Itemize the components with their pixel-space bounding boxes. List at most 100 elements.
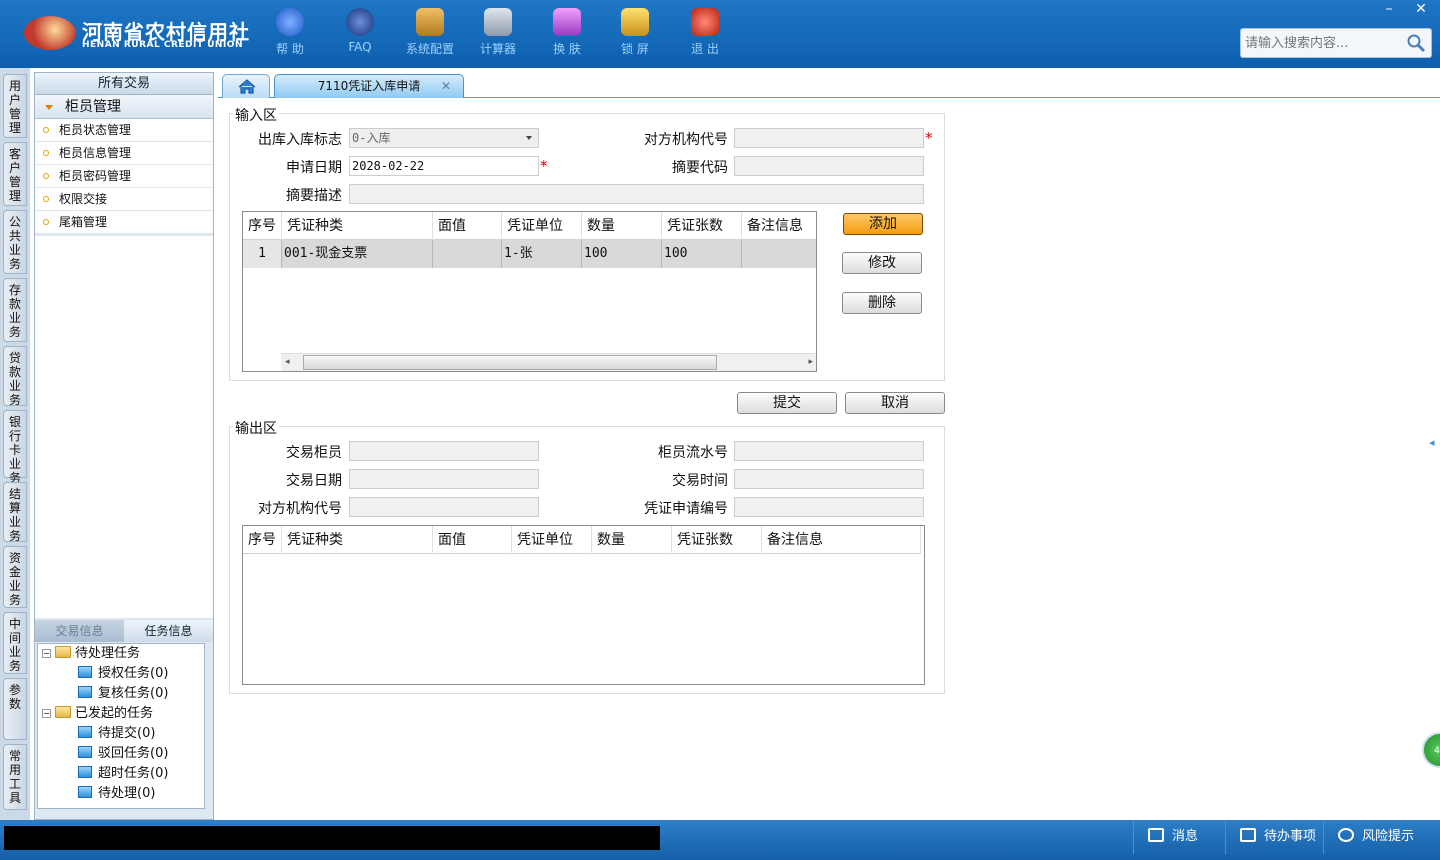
collapse-icon[interactable]: −: [42, 649, 51, 658]
collapse-icon[interactable]: −: [42, 709, 51, 718]
vtab-funds[interactable]: 资金业务: [3, 546, 27, 608]
tab-voucher-apply[interactable]: 7110凭证入库申请 ✕: [274, 74, 464, 98]
tree-node-to-process[interactable]: 待处理(0): [78, 784, 155, 804]
lock-screen-button[interactable]: 锁 屏: [605, 8, 665, 60]
summary-code-label: 摘要代码: [672, 160, 728, 176]
apply-no-label: 凭证申请编号: [644, 501, 728, 517]
cancel-button[interactable]: 取消: [845, 392, 945, 414]
menu-item-permission-handover[interactable]: 权限交接: [35, 188, 213, 211]
org-code-input[interactable]: [734, 128, 924, 148]
row-cell: 100: [662, 240, 742, 268]
tree-node-rejected[interactable]: 驳回任务(0): [78, 744, 168, 764]
task-icon: [78, 786, 92, 798]
teller-mgmt-group[interactable]: 柜员管理: [35, 95, 213, 119]
tab-close-icon[interactable]: ✕: [441, 75, 451, 97]
menu-item-teller-info[interactable]: 柜员信息管理: [35, 142, 213, 165]
apply-date-input[interactable]: 2028-02-22: [349, 156, 539, 176]
risk-alert-button[interactable]: 风险提示: [1323, 820, 1440, 854]
serial-label: 柜员流水号: [658, 445, 728, 461]
delete-button[interactable]: 删除: [842, 292, 922, 314]
app-window: 河南省农村信用社 HENAN RURAL CREDIT UNION 帮 助 FA…: [0, 0, 1440, 860]
home-icon: [238, 79, 256, 94]
faq-button[interactable]: FAQ: [330, 8, 390, 60]
vtab-intermediary[interactable]: 中间业务: [3, 612, 27, 674]
column-header: 数量: [592, 526, 672, 554]
vtab-settlement[interactable]: 结算业务: [3, 482, 27, 543]
tree-node-timeout[interactable]: 超时任务(0): [78, 764, 168, 784]
close-window-button[interactable]: ✕: [1408, 0, 1434, 18]
vtab-user-mgmt[interactable]: 用户管理: [3, 74, 27, 138]
column-header: 备注信息: [747, 218, 803, 234]
scroll-left-icon[interactable]: ◂: [285, 357, 290, 367]
task-icon: [78, 766, 92, 778]
messages-button[interactable]: 消息: [1133, 820, 1225, 854]
skin-button[interactable]: 换 肤: [537, 8, 597, 60]
logo-mark-icon: [24, 16, 76, 50]
row-cell: 1: [243, 240, 282, 268]
summary-desc-input[interactable]: [349, 184, 924, 204]
vtab-public-business[interactable]: 公共业务: [3, 210, 27, 274]
vtab-loan[interactable]: 贷款业务: [3, 346, 27, 407]
tree-label: 复核任务(0): [98, 686, 169, 701]
menu-item-tail-box[interactable]: 尾箱管理: [35, 211, 213, 234]
add-button[interactable]: 添加: [843, 213, 923, 235]
tree-node-started[interactable]: − 已发起的任务: [42, 704, 153, 724]
search-box: [1240, 28, 1432, 58]
vtab-tools[interactable]: 常用工具: [3, 744, 27, 810]
trade-time-label: 交易时间: [672, 473, 728, 489]
menu-item-teller-password[interactable]: 柜员密码管理: [35, 165, 213, 188]
exit-button[interactable]: 退 出: [675, 8, 735, 60]
logo-subtitle: HENAN RURAL CREDIT UNION: [82, 40, 243, 50]
task-icon: [78, 686, 92, 698]
voucher-input-table: 序号 凭证种类 面值 凭证单位 数量 凭证张数 备注信息 1 001-现金支票 …: [242, 211, 817, 372]
tab-trade-info[interactable]: 交易信息: [35, 620, 124, 642]
task-icon: [78, 726, 92, 738]
toolbox-icon: [416, 8, 444, 36]
exit-label: 退 出: [691, 42, 719, 56]
direction-select[interactable]: 0-入库: [349, 128, 539, 148]
vtab-params[interactable]: 参数: [3, 678, 27, 740]
vtab-bankcard[interactable]: 银行卡业务: [3, 410, 27, 485]
calculator-icon: [484, 8, 512, 36]
search-icon[interactable]: [1406, 33, 1426, 53]
system-config-button[interactable]: 系统配置: [400, 8, 460, 60]
tree-node-review-task[interactable]: 复核任务(0): [78, 684, 168, 704]
scroll-right-icon[interactable]: ▸: [808, 357, 813, 367]
required-mark: *: [925, 129, 933, 147]
column-header: 凭证种类: [282, 526, 433, 554]
help-label: 帮 助: [276, 42, 304, 56]
tree-node-pending[interactable]: − 待处理任务: [42, 644, 140, 664]
summary-code-input[interactable]: [734, 156, 924, 176]
tree-label: 待处理任务: [75, 646, 141, 661]
row-cell: [742, 240, 816, 268]
row-cell: 100: [582, 240, 662, 268]
search-input[interactable]: [1241, 29, 1401, 57]
power-icon: [691, 8, 719, 36]
menu-item-teller-status[interactable]: 柜员状态管理: [35, 119, 213, 142]
menu-item-label: 柜员状态管理: [59, 123, 132, 137]
vtab-customer-mgmt[interactable]: 客户管理: [3, 142, 27, 206]
tree-node-auth-task[interactable]: 授权任务(0): [78, 664, 168, 684]
vtab-deposit[interactable]: 存款业务: [3, 278, 27, 342]
table-header: 序号 凭证种类 面值 凭证单位 数量 凭证张数 备注信息: [243, 212, 816, 240]
submit-button[interactable]: 提交: [737, 392, 837, 414]
minimize-button[interactable]: –: [1376, 0, 1402, 18]
todo-button[interactable]: 待办事项: [1225, 820, 1323, 854]
calculator-button[interactable]: 计算器: [468, 8, 528, 60]
bullet-icon: [43, 150, 49, 156]
tree-node-to-submit[interactable]: 待提交(0): [78, 724, 155, 744]
edit-button[interactable]: 修改: [842, 252, 922, 274]
table-row[interactable]: 1 001-现金支票 1-张 100 100: [243, 240, 816, 268]
folder-icon: [55, 646, 71, 658]
column-header: 凭证张数: [672, 526, 762, 554]
horizontal-scrollbar[interactable]: ◂ ▸: [281, 353, 816, 371]
main-content: 7110凭证入库申请 ✕ 输入区 出库入库标志 0-入库 对方机构代号 * 申请…: [218, 68, 1440, 820]
tab-home[interactable]: [222, 74, 270, 98]
collapse-right-panel-icon[interactable]: ◂: [1429, 436, 1435, 449]
row-cell: 1-张: [502, 240, 582, 268]
all-transactions-header[interactable]: 所有交易: [35, 73, 213, 95]
tab-task-info[interactable]: 任务信息: [124, 620, 213, 642]
bullet-icon: [43, 127, 49, 133]
help-button[interactable]: 帮 助: [260, 8, 320, 60]
scroll-thumb[interactable]: [303, 355, 717, 370]
